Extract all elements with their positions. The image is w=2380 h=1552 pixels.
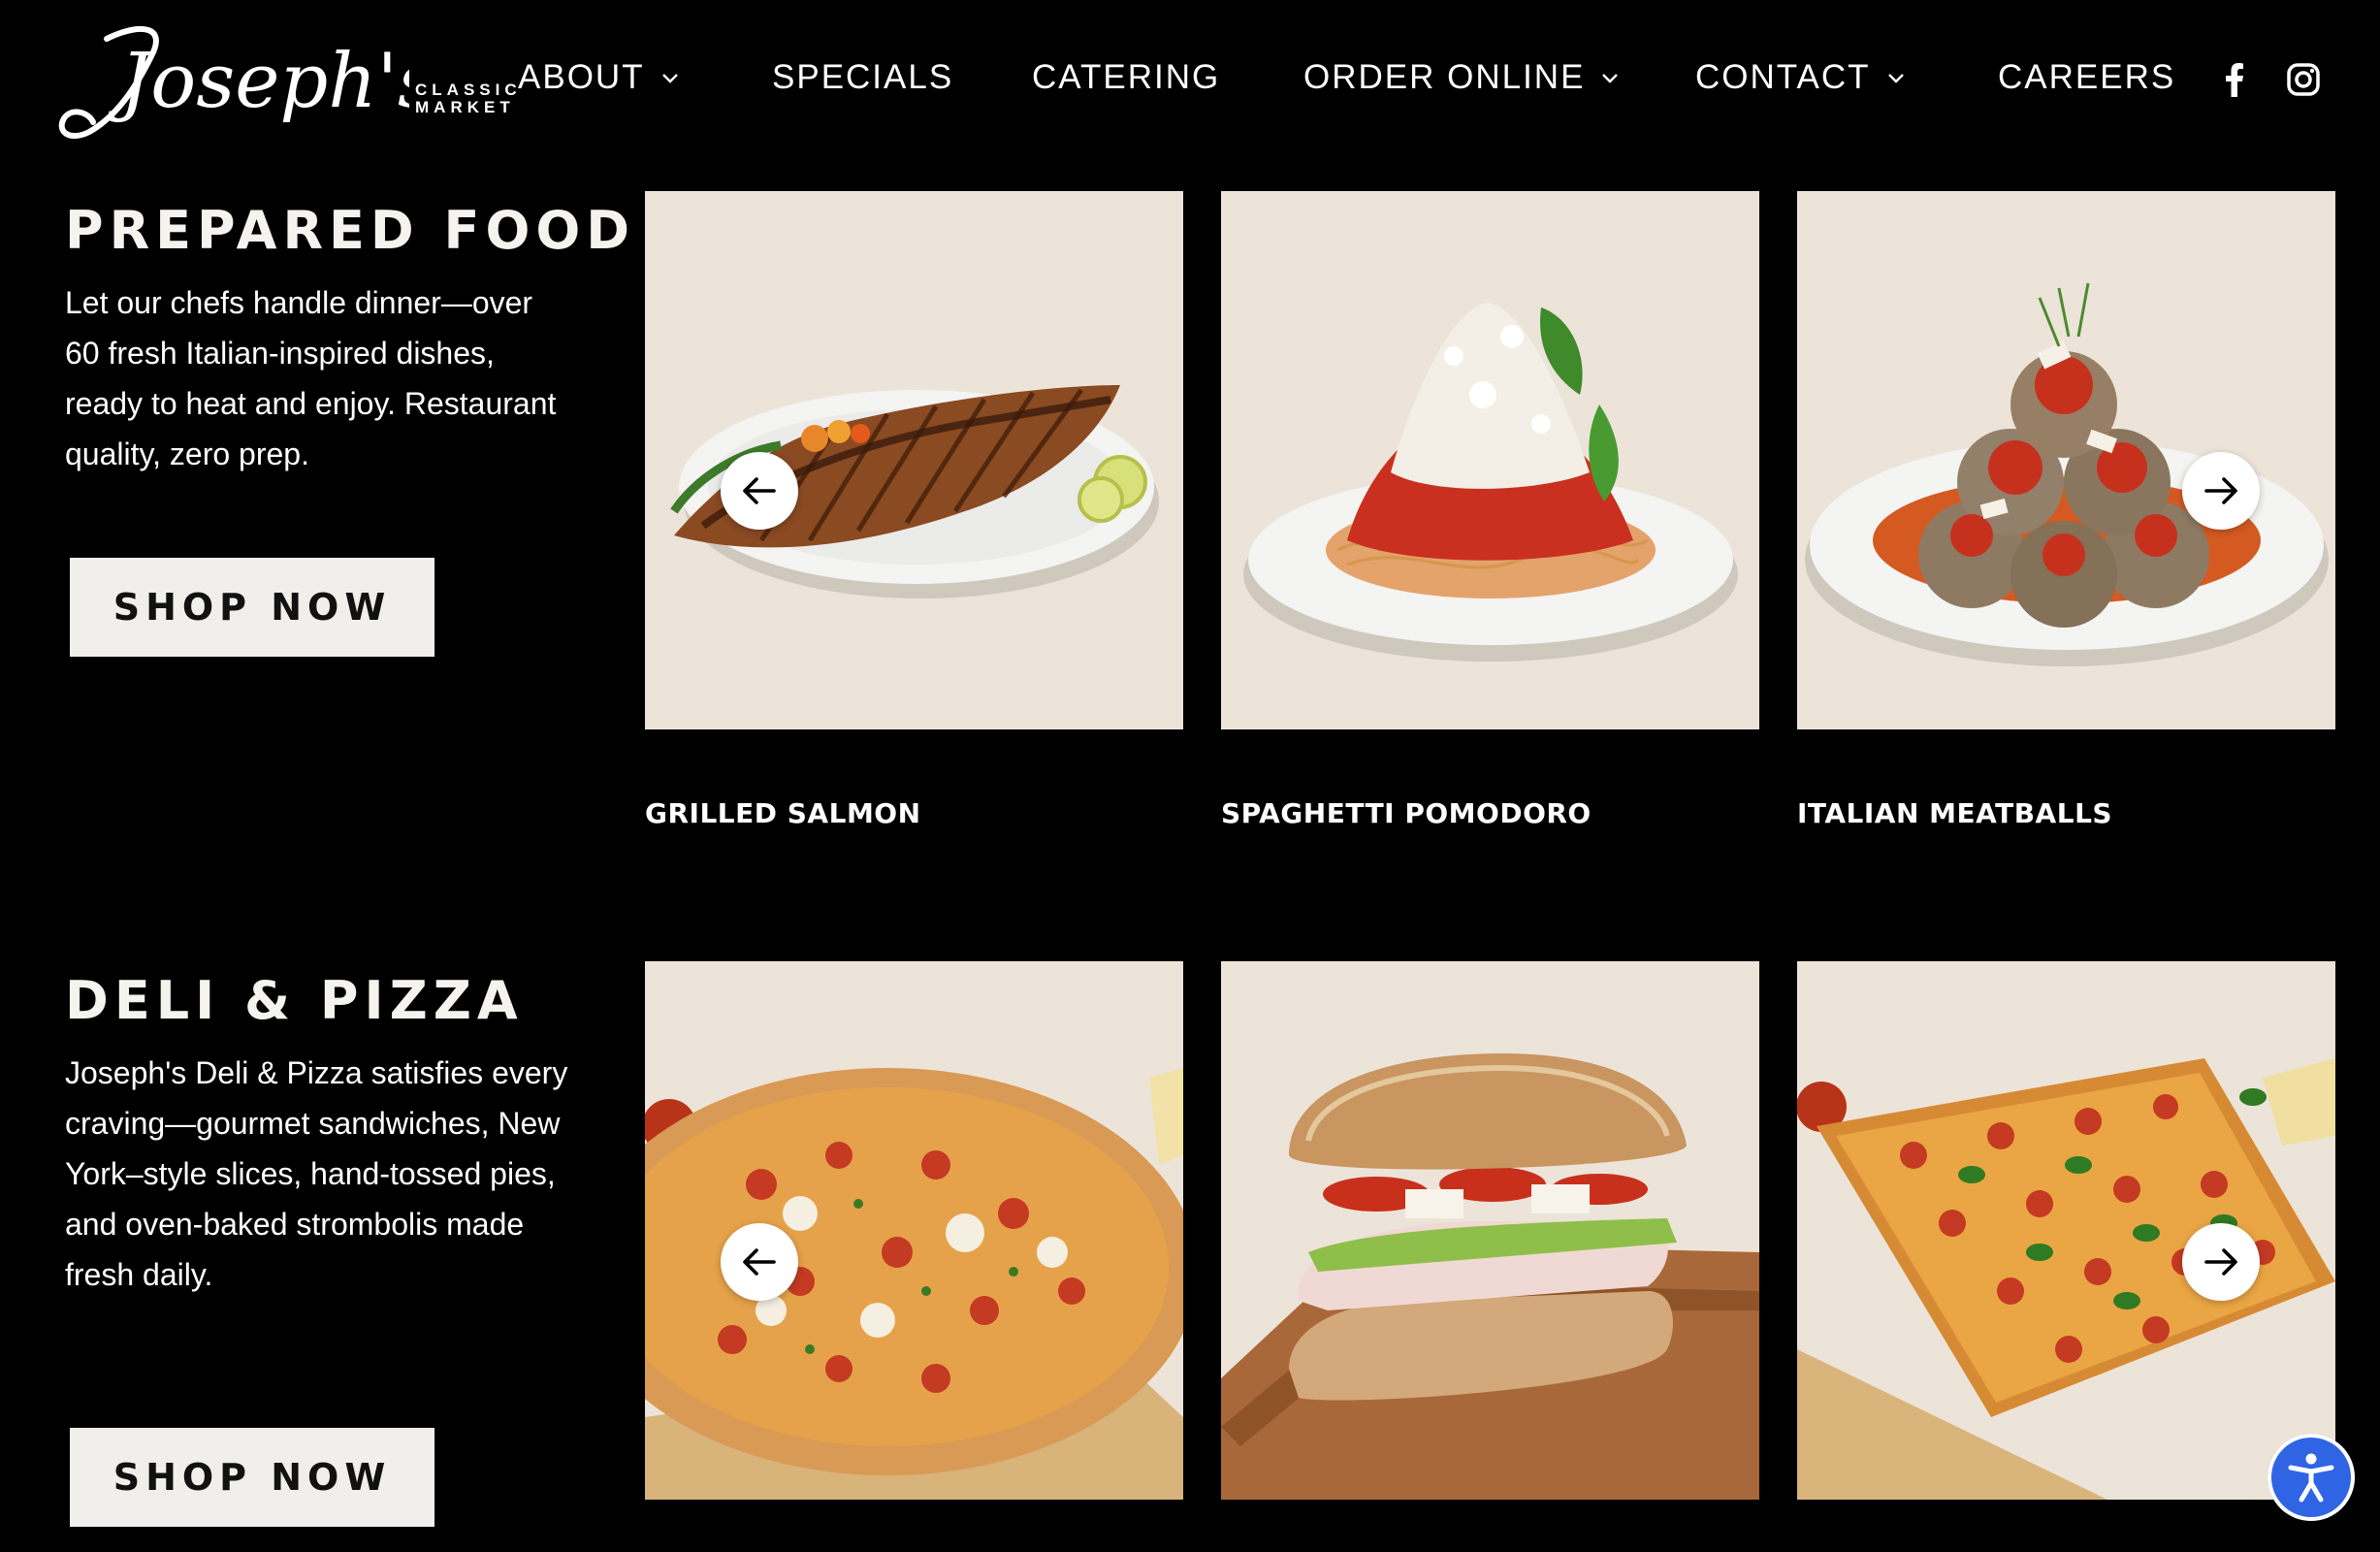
logo-script-text: Joseph's [107,38,409,125]
product-card-grilled-salmon[interactable] [645,191,1183,729]
section-desc-prepared-food: Let our chefs handle dinner—over 60 fres… [65,285,557,471]
product-card-round-pizza[interactable] [645,961,1183,1500]
product-card-spaghetti-pomodoro[interactable] [1221,191,1759,729]
section-desc-deli-pizza: Joseph's Deli & Pizza satisfies every cr… [65,1055,568,1292]
section-title-deli-pizza: DELI & PIZZA [65,970,524,1031]
logo-subtitle: CLASSIC MARKET [415,81,522,116]
logo-script-graphic: Joseph's [58,25,409,139]
chevron-down-icon [1887,74,1904,83]
sandwich-image [1221,961,1759,1500]
instagram-icon[interactable] [2284,60,2323,99]
facebook-icon[interactable] [2215,60,2254,99]
nav-contact[interactable]: CONTACT [1695,53,1906,102]
logo-sub-line2: MARKET [415,98,515,116]
arrow-left-icon [743,1248,776,1276]
nav-order-online[interactable]: ORDER ONLINE [1303,53,1620,102]
section-title-prepared-food: PREPARED FOOD [65,200,636,261]
arrow-right-icon [2204,477,2237,504]
product-label-grilled-salmon[interactable]: GRILLED SALMON [645,797,921,829]
accessibility-button[interactable] [2267,1434,2355,1521]
carousel-prev-button[interactable] [721,1223,798,1301]
nav-about[interactable]: ABOUT [518,53,680,102]
shop-now-button-deli-pizza[interactable]: SHOP NOW [70,1428,434,1527]
nav-careers-label: CAREERS [1998,58,2176,96]
nav-about-label: ABOUT [518,58,645,96]
italian-meatballs-image [1797,191,2335,729]
carousel-prev-button[interactable] [721,452,798,530]
carousel-next-button[interactable] [2182,1223,2260,1301]
brand-logo[interactable]: Joseph's CLASSIC MARKET [50,17,517,144]
product-card-italian-meatballs[interactable] [1797,191,2335,729]
spaghetti-pomodoro-image [1221,191,1759,729]
nav-catering-label: CATERING [1032,58,1221,96]
round-pizza-image [645,961,1183,1500]
nav-specials-label: SPECIALS [772,58,954,96]
chevron-down-icon [661,74,678,83]
shop-now-button-prepared-food[interactable]: SHOP NOW [70,558,434,657]
nav-catering[interactable]: CATERING [1032,53,1220,102]
nav-specials[interactable]: SPECIALS [772,53,953,102]
arrow-left-icon [743,477,776,504]
chevron-down-icon [1602,74,1619,83]
product-card-square-pizza[interactable] [1797,961,2335,1500]
product-label-spaghetti-pomodoro[interactable]: SPAGHETTI POMODORO [1221,797,1592,829]
grilled-salmon-image [645,191,1183,729]
accessibility-icon [2288,1453,2334,1503]
arrow-right-icon [2204,1248,2237,1276]
nav-order-online-label: ORDER ONLINE [1303,58,1586,96]
logo-sub-line1: CLASSIC [415,81,522,99]
nav-careers[interactable]: CAREERS [1998,53,2175,102]
square-pizza-image [1797,961,2335,1500]
product-label-italian-meatballs[interactable]: ITALIAN MEATBALLS [1797,797,2112,829]
product-card-sandwich[interactable] [1221,961,1759,1500]
site-header: Joseph's CLASSIC MARKET ABOUT SPECIALS C… [0,0,2380,160]
carousel-next-button[interactable] [2182,452,2260,530]
nav-contact-label: CONTACT [1695,58,1871,96]
